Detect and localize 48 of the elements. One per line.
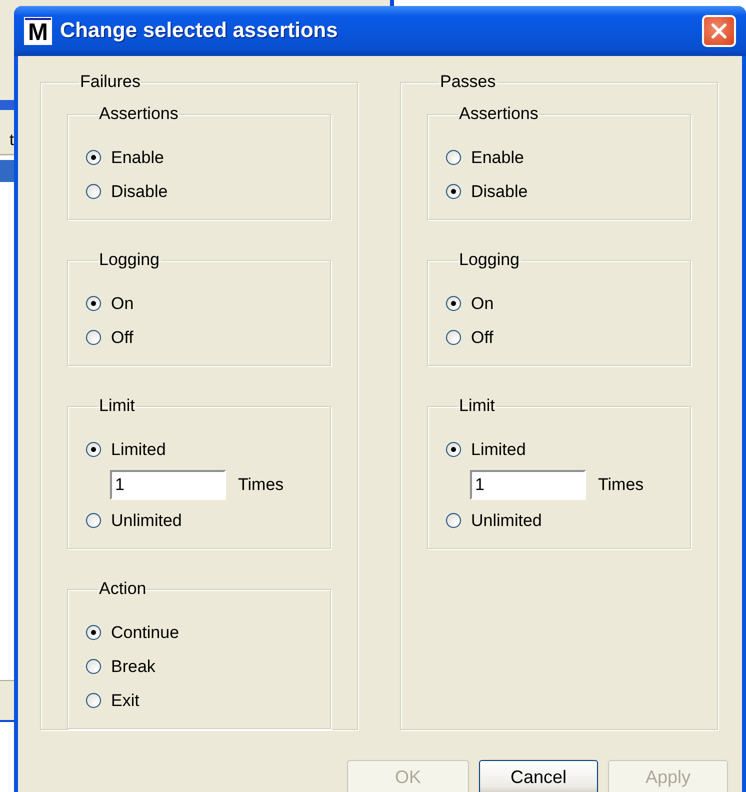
unit-label: Times bbox=[598, 475, 644, 495]
group-title: Assertions bbox=[458, 104, 540, 124]
window-title: Change selected assertions bbox=[60, 19, 339, 43]
radio-button[interactable] bbox=[446, 150, 461, 165]
option-label[interactable]: Unlimited bbox=[111, 510, 182, 530]
selected-row bbox=[0, 160, 14, 182]
option-label[interactable]: Exit bbox=[111, 690, 140, 710]
option-label[interactable]: On bbox=[471, 294, 494, 314]
radio-button[interactable] bbox=[86, 296, 101, 311]
option-label[interactable]: Limited bbox=[111, 440, 166, 460]
radio-button[interactable] bbox=[86, 693, 101, 708]
option-label[interactable]: Disable bbox=[471, 182, 528, 202]
count-field[interactable]: 1 bbox=[470, 470, 586, 500]
radio-button[interactable] bbox=[86, 330, 101, 345]
group-title: Failures bbox=[79, 72, 142, 92]
radio-button[interactable] bbox=[86, 150, 101, 165]
count-field[interactable]: 1 bbox=[110, 470, 226, 500]
radio-button[interactable] bbox=[86, 442, 101, 457]
option-label[interactable]: Disable bbox=[111, 182, 168, 202]
close-button[interactable] bbox=[702, 15, 736, 47]
option-label[interactable]: Off bbox=[471, 328, 494, 348]
group-title: Action bbox=[98, 579, 148, 599]
group-title: Logging bbox=[458, 250, 521, 270]
radio-button[interactable] bbox=[446, 184, 461, 199]
group-title: Passes bbox=[439, 72, 497, 92]
option-label[interactable]: Continue bbox=[111, 622, 180, 642]
option-label[interactable]: Limited bbox=[471, 440, 526, 460]
group-title: Assertions bbox=[98, 104, 180, 124]
option-label[interactable]: Enable bbox=[111, 148, 164, 168]
option-label[interactable]: Unlimited bbox=[471, 510, 542, 530]
radio-button[interactable] bbox=[446, 296, 461, 311]
radio-button[interactable] bbox=[86, 513, 101, 528]
group-title: Limit bbox=[458, 396, 496, 416]
radio-button[interactable] bbox=[86, 625, 101, 640]
option-label[interactable]: Enable bbox=[471, 148, 524, 168]
radio-button[interactable] bbox=[446, 513, 461, 528]
option-label[interactable]: Break bbox=[111, 656, 156, 676]
radio-button[interactable] bbox=[446, 330, 461, 345]
dialog-button[interactable]: Cancel bbox=[479, 760, 598, 792]
option-label[interactable]: Off bbox=[111, 328, 134, 348]
radio-button[interactable] bbox=[86, 659, 101, 674]
option-label[interactable]: On bbox=[111, 294, 134, 314]
unit-label: Times bbox=[238, 475, 284, 495]
group-title: Logging bbox=[98, 250, 161, 270]
close-icon bbox=[710, 22, 728, 40]
group-title: Limit bbox=[98, 396, 136, 416]
radio-button[interactable] bbox=[86, 184, 101, 199]
radio-button[interactable] bbox=[446, 442, 461, 457]
